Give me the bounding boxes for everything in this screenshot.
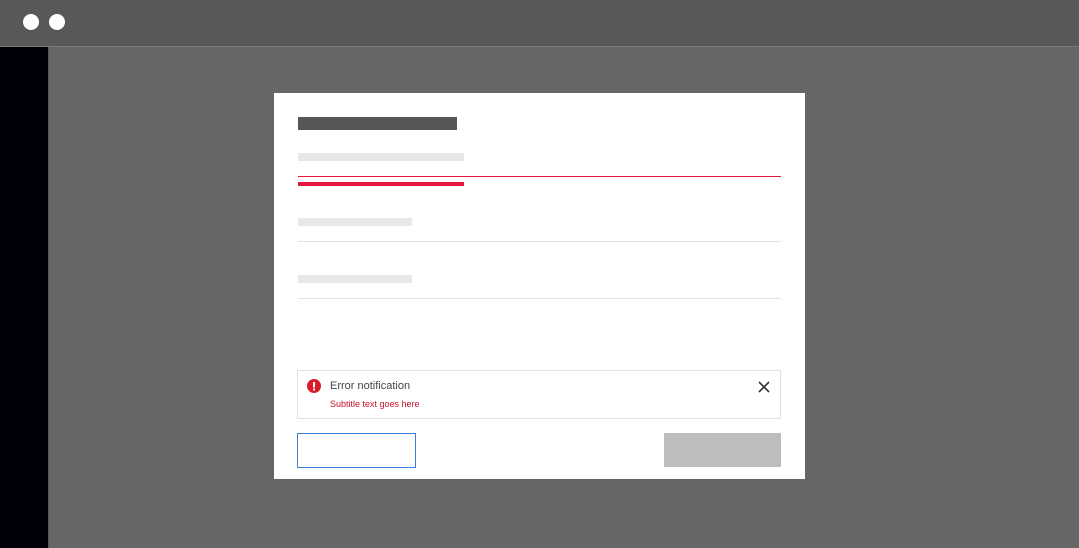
window-control-dot[interactable]	[23, 14, 39, 30]
field-error-indicator	[298, 182, 464, 186]
field-label-placeholder	[298, 218, 412, 226]
title-bar	[0, 0, 1079, 47]
field-underline	[298, 298, 781, 299]
close-icon[interactable]	[757, 380, 771, 394]
modal-dialog: Error notification Subtitle text goes he…	[274, 93, 805, 479]
field-underline-error	[298, 176, 781, 177]
field-underline	[298, 241, 781, 242]
notification-title: Error notification	[330, 380, 411, 392]
secondary-button[interactable]	[297, 433, 416, 468]
app-window: Error notification Subtitle text goes he…	[0, 0, 1079, 548]
text-field[interactable]	[298, 275, 781, 300]
error-icon	[307, 379, 321, 393]
window-control-dot[interactable]	[49, 14, 65, 30]
modal-title-placeholder	[298, 117, 457, 130]
field-label-placeholder	[298, 153, 464, 161]
field-label-placeholder	[298, 275, 412, 283]
text-field[interactable]	[298, 218, 781, 243]
text-field-error[interactable]	[298, 152, 781, 187]
notification-subtitle: Subtitle text goes here	[330, 399, 420, 409]
error-notification: Error notification Subtitle text goes he…	[297, 370, 781, 419]
primary-button-disabled[interactable]	[664, 433, 781, 467]
sidebar	[0, 47, 49, 548]
